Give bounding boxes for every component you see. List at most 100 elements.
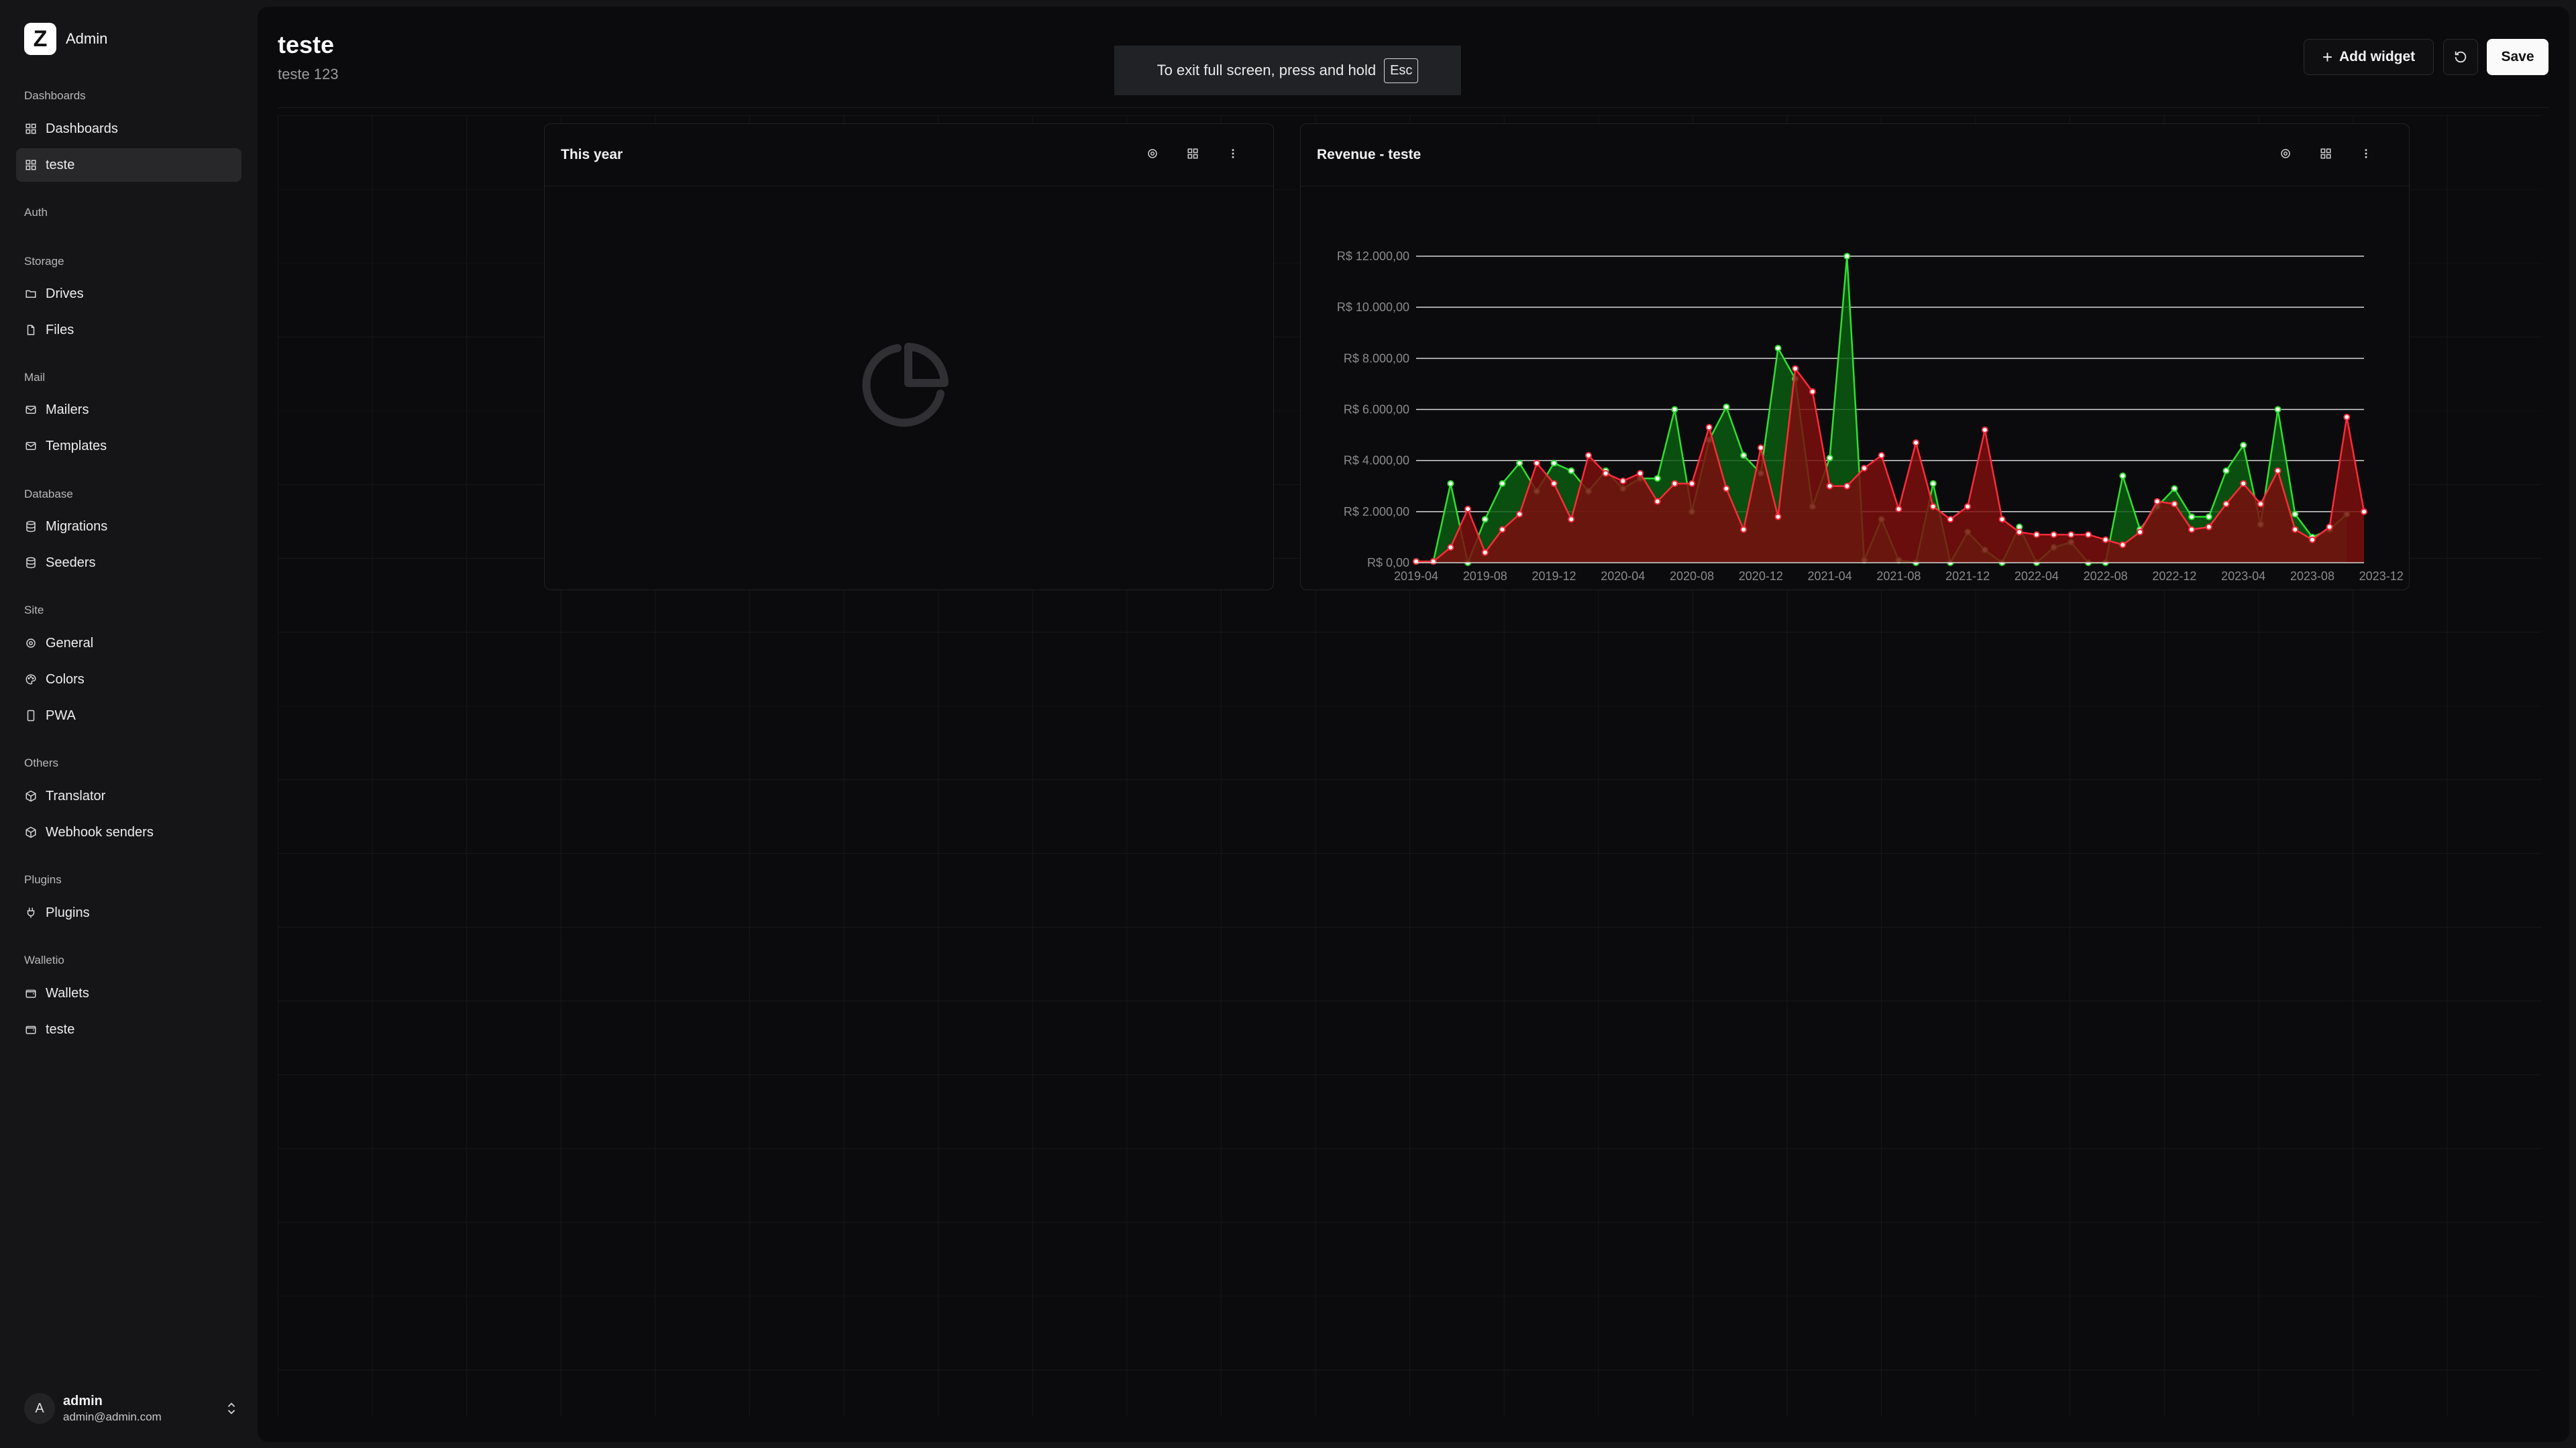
data-point-green <box>2274 406 2282 413</box>
data-point-red <box>2033 531 2040 539</box>
sidebar-item-label: PWA <box>46 708 76 723</box>
data-point-red <box>2240 480 2247 487</box>
data-point-green <box>1516 459 1523 467</box>
x-tick-label: 2019-12 <box>1532 569 1576 583</box>
data-point-green <box>2171 485 2178 492</box>
data-point-green <box>1568 467 1575 474</box>
sidebar-item-colors[interactable]: Colors <box>16 663 241 696</box>
data-point-green <box>1740 452 1748 459</box>
nav-group-database: Database <box>24 488 73 500</box>
layout-grid-icon[interactable] <box>1181 142 1205 166</box>
y-tick-label: R$ 12.000,00 <box>1337 249 1409 263</box>
data-point-red <box>1688 480 1696 487</box>
gear-icon[interactable] <box>1140 142 1165 166</box>
brand[interactable]: Z Admin <box>24 23 107 55</box>
widget-revenue[interactable]: Revenue - teste R$ 0,00 R$ 2.000,00 R$ 4.0… <box>1300 123 2410 590</box>
more-vertical-icon[interactable] <box>2354 142 2378 166</box>
layout-grid-icon[interactable] <box>2314 142 2338 166</box>
chevrons-up-down-icon[interactable] <box>224 1399 239 1418</box>
page-subtitle: teste 123 <box>278 66 339 82</box>
smartphone-icon <box>24 709 38 722</box>
data-point-red <box>1757 444 1764 451</box>
data-point-red <box>2171 500 2178 508</box>
sidebar-item-templates[interactable]: Templates <box>16 429 241 463</box>
data-point-red <box>1964 503 1972 510</box>
sidebar-item-label: Mailers <box>46 402 89 417</box>
sidebar-item-wallets[interactable]: Wallets <box>16 977 241 1010</box>
header-divider <box>278 107 2549 108</box>
data-point-red <box>1947 516 1954 523</box>
sidebar-item-label: Templates <box>46 438 107 453</box>
sidebar-item-dashboards[interactable]: Dashboards <box>16 112 241 146</box>
y-tick-label: R$ 2.000,00 <box>1344 505 1409 518</box>
sidebar-item-label: Migrations <box>46 518 108 534</box>
sidebar-item-plugins[interactable]: Plugins <box>16 896 241 930</box>
x-tick-label: 2022-08 <box>2084 569 2128 583</box>
y-tick-label: R$ 8.000,00 <box>1344 351 1409 365</box>
data-point-red <box>2137 528 2144 536</box>
add-widget-label: Add widget <box>2339 49 2416 64</box>
data-point-red <box>1568 516 1575 523</box>
data-point-red <box>2222 500 2230 508</box>
data-point-red <box>1843 482 1851 490</box>
data-point-red <box>2153 498 2161 505</box>
nav-group-auth[interactable]: Auth <box>24 206 48 219</box>
sidebar-item-seeders[interactable]: Seeders <box>16 546 241 579</box>
sidebar-item-files[interactable]: Files <box>16 313 241 347</box>
sidebar-item-pwa[interactable]: PWA <box>16 699 241 732</box>
data-point-green <box>1929 480 1937 487</box>
add-widget-button[interactable]: + Add widget <box>2304 39 2434 75</box>
sidebar-item-label: Seeders <box>46 555 96 570</box>
data-point-red <box>1913 439 1920 447</box>
sidebar-item-label: Wallets <box>46 985 89 1001</box>
widget-this-year[interactable]: This year <box>544 123 1274 590</box>
nav-group-others: Others <box>24 757 59 769</box>
data-point-green <box>2222 467 2230 474</box>
sidebar-item-teste-wallet[interactable]: teste <box>16 1013 241 1046</box>
data-point-red <box>2119 541 2127 549</box>
data-point-red <box>2292 526 2299 533</box>
data-point-red <box>2016 528 2023 536</box>
nav-group-dashboards: Dashboards <box>24 89 86 102</box>
data-point-red <box>1809 388 1816 395</box>
data-point-green <box>1671 406 1678 413</box>
box-icon <box>24 826 38 839</box>
data-point-red <box>2205 523 2212 531</box>
user-email: admin@admin.com <box>63 1410 162 1423</box>
data-point-red <box>1705 424 1713 431</box>
data-point-green <box>2119 472 2127 480</box>
sidebar-item-translator[interactable]: Translator <box>16 779 241 813</box>
nav-group-walletio: Walletio <box>24 954 64 966</box>
x-tick-label: 2023-08 <box>2290 569 2334 583</box>
data-point-red <box>1533 459 1540 467</box>
widget-title: This year <box>561 147 623 162</box>
sidebar-item-migrations[interactable]: Migrations <box>16 510 241 543</box>
reset-button[interactable] <box>2443 39 2478 75</box>
data-point-red <box>2050 531 2057 539</box>
nav-group-site: Site <box>24 604 44 616</box>
data-point-red <box>2361 508 2367 515</box>
gear-icon[interactable] <box>2273 142 2298 166</box>
more-vertical-icon[interactable] <box>1221 142 1245 166</box>
nav-group-mail: Mail <box>24 371 46 384</box>
sidebar-item-label: Drives <box>46 286 84 301</box>
x-tick-label: 2021-08 <box>1876 569 1921 583</box>
sidebar-item-drives[interactable]: Drives <box>16 277 241 311</box>
x-tick-label: 2023-04 <box>2221 569 2265 583</box>
data-point-red <box>2257 500 2264 508</box>
plus-icon: + <box>2322 46 2333 67</box>
save-button[interactable]: Save <box>2487 39 2548 75</box>
mail-icon <box>24 403 38 416</box>
sidebar-item-webhook-senders[interactable]: Webhook senders <box>16 816 241 849</box>
sidebar-item-teste-dashboard[interactable]: teste <box>16 148 241 182</box>
data-point-red <box>2274 467 2282 474</box>
data-point-red <box>1447 544 1454 551</box>
sidebar-item-general[interactable]: General <box>16 626 241 660</box>
sidebar: Z Admin Dashboards Dashboards teste Auth… <box>0 0 258 1448</box>
palette-icon <box>24 673 38 686</box>
folder-icon <box>24 287 38 300</box>
user-menu[interactable]: A admin admin@admin.com <box>24 1391 239 1426</box>
file-icon <box>24 323 38 337</box>
sidebar-item-mailers[interactable]: Mailers <box>16 393 241 427</box>
data-point-red <box>1550 480 1558 487</box>
